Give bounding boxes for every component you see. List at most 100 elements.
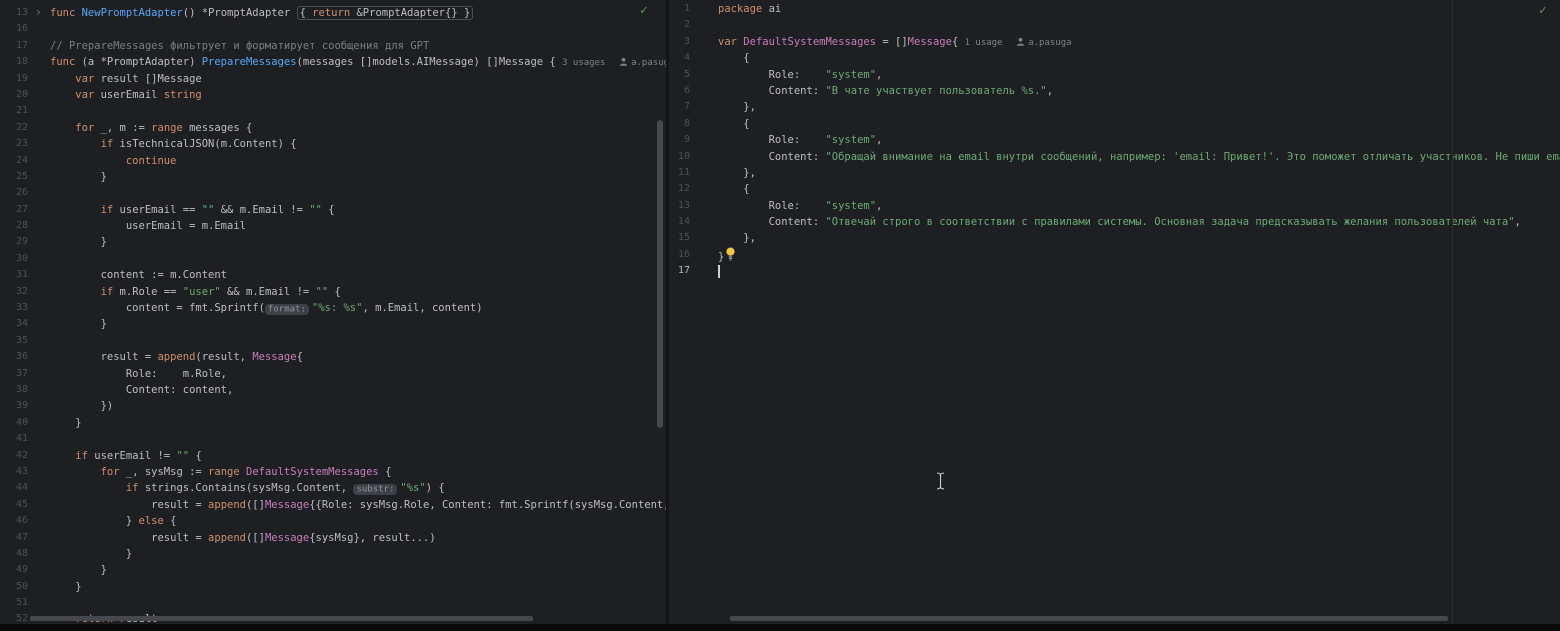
code-line[interactable] [50,185,666,201]
line-number[interactable]: 15 [669,230,718,246]
line-number[interactable]: 17 [0,38,50,54]
split-divider[interactable] [666,0,669,624]
code-vision-hint[interactable]: 1 usage [965,38,1003,48]
line-number[interactable]: 35 [0,333,50,349]
inlay-parameter-hint[interactable]: substr: [353,483,398,495]
code-line[interactable]: Role: "system", [718,198,1560,214]
line-number[interactable]: 36 [0,349,50,365]
code-line[interactable]: Role: m.Role, [50,366,666,382]
code-line[interactable]: }, [718,99,1560,115]
code-line[interactable]: } [50,579,666,595]
code-vision-hint[interactable]: 3 usages [562,58,605,68]
vertical-scrollbar-left[interactable] [657,120,663,428]
line-number[interactable]: 7 [669,99,718,115]
code-line[interactable]: // PrepareMessages фильтрует и форматиру… [50,38,666,54]
line-number[interactable]: 28 [0,218,50,234]
line-number[interactable]: 49 [0,562,50,578]
line-number[interactable]: 25 [0,169,50,185]
line-number[interactable]: 44 [0,480,50,496]
line-number[interactable]: 39 [0,398,50,414]
line-number[interactable]: 50 [0,579,50,595]
code-line[interactable]: { [718,116,1560,132]
code-line[interactable] [50,251,666,267]
line-number[interactable]: 30 [0,251,50,267]
line-number[interactable]: 40 [0,415,50,431]
line-number[interactable]: 5 [669,67,718,83]
line-number[interactable]: 20 [0,87,50,103]
code-line[interactable]: if isTechnicalJSON(m.Content) { [50,136,666,152]
line-number[interactable]: 22 [0,120,50,136]
code-line[interactable]: } [50,546,666,562]
line-number[interactable]: 3 [669,34,718,50]
line-number[interactable]: 18 [0,54,50,70]
code-line[interactable] [50,333,666,349]
line-number[interactable]: 26 [0,185,50,201]
horizontal-scrollbar-right[interactable] [730,616,1448,621]
line-number[interactable]: 31 [0,267,50,283]
line-number[interactable]: 9 [669,132,718,148]
fold-arrow-icon[interactable]: › [35,4,42,20]
horizontal-scrollbar-left[interactable] [30,616,533,621]
code-line[interactable] [50,595,666,611]
code-line[interactable]: if userEmail == "" && m.Email != "" { [50,202,666,218]
line-number[interactable]: 19 [0,71,50,87]
code-vision-hint[interactable]: a.pasuga [631,58,666,68]
line-number[interactable]: 43 [0,464,50,480]
intention-bulb-icon[interactable] [725,247,736,265]
line-number[interactable]: 27 [0,202,50,218]
line-number[interactable]: 6 [669,83,718,99]
code-line[interactable]: } [50,562,666,578]
code-line[interactable]: content = fmt.Sprintf(format: "%s: %s", m… [50,300,666,316]
line-number[interactable]: 8 [669,116,718,132]
line-number[interactable]: 45 [0,497,50,513]
line-number[interactable]: 48 [0,546,50,562]
inlay-parameter-hint[interactable]: format: [264,303,309,315]
line-number[interactable]: 29 [0,234,50,250]
code-line[interactable]: var userEmail string [50,87,666,103]
code-line[interactable]: { [718,181,1560,197]
code-vision-hint[interactable]: a.pasuga [1028,38,1071,48]
code-line[interactable] [718,263,1560,279]
code-line[interactable]: func (a *PromptAdapter) PrepareMessages(… [50,54,666,70]
line-number[interactable]: 12 [669,181,718,197]
code-area-right[interactable]: package ai var DefaultSystemMessages = []… [718,1,1560,624]
line-number[interactable]: 4 [669,50,718,66]
line-number[interactable]: 16 [0,21,50,37]
inspections-ok-icon[interactable]: ✓ [1539,3,1547,18]
code-line[interactable]: Role: "system", [718,132,1560,148]
code-line[interactable]: Content: content, [50,382,666,398]
code-line[interactable] [50,21,666,37]
line-number[interactable]: 16 [669,247,718,263]
code-line[interactable]: package ai [718,1,1560,17]
line-number[interactable]: 38 [0,382,50,398]
line-number[interactable]: 14 [669,214,718,230]
line-number[interactable]: 42 [0,448,50,464]
line-number[interactable]: 37 [0,366,50,382]
code-line[interactable]: userEmail = m.Email [50,218,666,234]
line-number[interactable]: 11 [669,165,718,181]
inspections-ok-icon[interactable]: ✓ [640,3,648,18]
code-line[interactable]: } [50,234,666,250]
code-line[interactable]: Role: "system", [718,67,1560,83]
line-number[interactable]: 51 [0,595,50,611]
line-number[interactable]: 23 [0,136,50,152]
line-number[interactable]: 34 [0,316,50,332]
code-line[interactable]: }, [718,230,1560,246]
code-line[interactable]: { [718,50,1560,66]
line-number[interactable]: 46 [0,513,50,529]
line-number[interactable]: 33 [0,300,50,316]
line-number[interactable]: 17 [669,263,718,279]
code-line[interactable]: result = append([]Message{{Role: sysMsg.… [50,497,666,513]
code-line[interactable] [718,17,1560,33]
line-number[interactable]: 1 [669,1,718,17]
line-number[interactable]: 13 › [0,5,50,21]
folded-region-box[interactable]: { return &PromptAdapter{} } [296,6,474,20]
code-line[interactable] [50,103,666,119]
code-area-left[interactable]: func NewPromptAdapter() *PromptAdapter {… [50,5,666,624]
code-line[interactable]: Content: "Обращай внимание на email внут… [718,149,1560,165]
code-line[interactable]: result = append([]Message{sysMsg}, resul… [50,530,666,546]
code-line[interactable]: }, [718,165,1560,181]
code-line[interactable]: } [718,247,1560,263]
code-line[interactable]: for _, sysMsg := range DefaultSystemMess… [50,464,666,480]
line-number[interactable]: 13 [669,198,718,214]
